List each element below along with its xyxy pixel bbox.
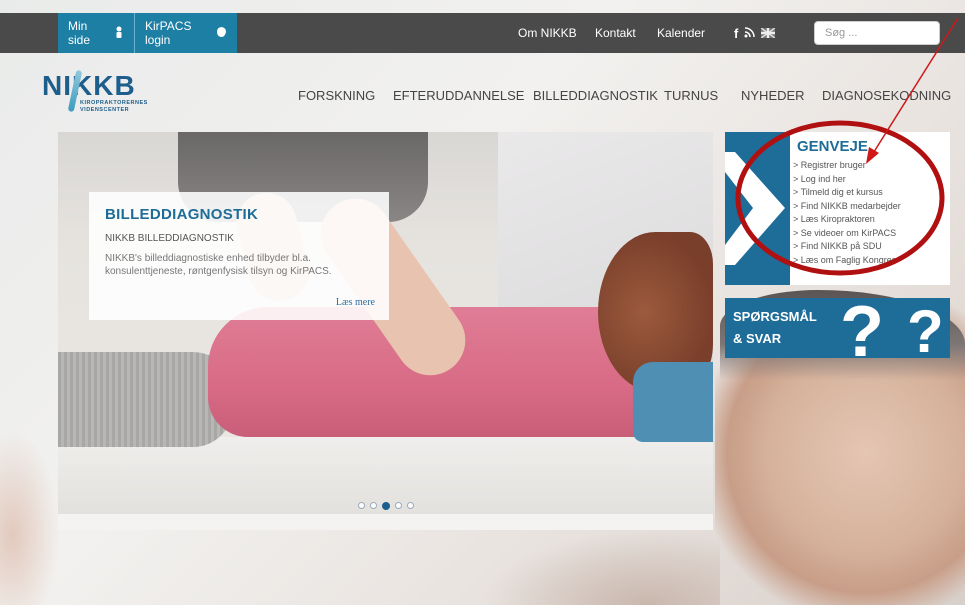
user-icon: [114, 26, 124, 41]
top-bar: Min side KirPACS login Om NIKKB Kontakt …: [0, 13, 965, 53]
background-left: [0, 430, 60, 605]
genveje-item-sdu[interactable]: > Find NIKKB på SDU: [793, 240, 901, 254]
kirpacs-login-label: KirPACS login: [145, 19, 192, 47]
qa-line-1: SPØRGSMÅL: [733, 309, 817, 324]
om-nikkb-link[interactable]: Om NIKKB: [518, 13, 577, 53]
slide-caption: BILLEDDIAGNOSTIK NIKKB BILLEDDIAGNOSTIK …: [89, 192, 389, 320]
genveje-item-kongres[interactable]: > Læs om Faglig Kongres: [793, 254, 901, 268]
read-more-link[interactable]: Læs mere: [336, 297, 375, 308]
genveje-box: GENVEJE > Registrer bruger > Log ind her…: [725, 132, 950, 285]
qa-line-2: & SVAR: [733, 331, 782, 346]
nikkb-logo[interactable]: NIKKB KIROPRAKTORERNES VIDENSCENTER: [42, 69, 152, 125]
genveje-item-videoer[interactable]: > Se videoer om KirPACS: [793, 227, 901, 241]
svg-text:?: ?: [907, 298, 944, 358]
lock-icon: [215, 26, 227, 41]
genveje-title: GENVEJE: [797, 138, 868, 155]
slide-title: BILLEDDIAGNOSTIK: [105, 206, 259, 223]
genveje-item-medarbejder[interactable]: > Find NIKKB medarbejder: [793, 200, 901, 214]
slide-text: NIKKB's billeddiagnostiske enhed tilbyde…: [105, 253, 332, 277]
towel-shape: [633, 362, 713, 442]
slider-dot[interactable]: [381, 502, 390, 510]
qa-label: SPØRGSMÅL & SVAR: [733, 306, 817, 350]
background-bottom: [480, 530, 720, 605]
social-links: f: [734, 13, 776, 53]
kirpacs-login-button[interactable]: KirPACS login: [134, 13, 237, 53]
genveje-item-tilmeld[interactable]: > Tilmeld dig et kursus: [793, 186, 901, 200]
uk-flag-icon[interactable]: [760, 26, 776, 41]
genveje-item-registrer[interactable]: > Registrer bruger: [793, 159, 901, 173]
slider-dot[interactable]: [406, 502, 414, 509]
genveje-arrow-panel: [725, 132, 790, 285]
qa-banner[interactable]: SPØRGSMÅL & SVAR ? ?: [725, 298, 950, 358]
slider-dot[interactable]: [357, 502, 365, 509]
logo-wordmark: NIKKB: [42, 70, 136, 101]
min-side-label: Min side: [68, 19, 91, 47]
kalender-link[interactable]: Kalender: [657, 13, 705, 53]
nav-nyheder[interactable]: NYHEDER: [741, 88, 805, 106]
slide-subtitle: NIKKB BILLEDDIAGNOSTIK: [105, 233, 234, 244]
nav-turnus[interactable]: TURNUS: [664, 88, 718, 106]
slider-dot[interactable]: [369, 502, 377, 509]
nav-diagnosekodning[interactable]: DIAGNOSEKODNING: [822, 88, 951, 106]
genveje-item-log-ind[interactable]: > Log ind her: [793, 173, 901, 187]
hero-slider[interactable]: BILLEDDIAGNOSTIK NIKKB BILLEDDIAGNOSTIK …: [58, 132, 713, 530]
logo-tagline-2: VIDENSCENTER: [80, 107, 130, 113]
search-input[interactable]: Søg ...: [814, 21, 940, 45]
svg-text:?: ?: [840, 298, 884, 358]
kontakt-link[interactable]: Kontakt: [595, 13, 636, 53]
genveje-list: > Registrer bruger > Log ind her > Tilme…: [793, 159, 901, 267]
patient-pants-shape: [58, 352, 233, 447]
question-mark-icon: ? ?: [840, 298, 944, 358]
rss-icon[interactable]: [744, 26, 756, 41]
nav-billeddiagnostik[interactable]: BILLEDDIAGNOSTIK: [533, 88, 658, 106]
slider-dots: [58, 502, 713, 510]
genveje-item-kiropraktoren[interactable]: > Læs Kiropraktoren: [793, 213, 901, 227]
slide-image: BILLEDDIAGNOSTIK NIKKB BILLEDDIAGNOSTIK …: [58, 132, 713, 514]
slider-dot[interactable]: [394, 502, 402, 509]
nav-forskning[interactable]: FORSKNING: [298, 88, 375, 106]
min-side-button[interactable]: Min side: [58, 13, 134, 53]
facebook-icon[interactable]: f: [734, 26, 738, 41]
logo-tagline-1: KIROPRAKTORERNES: [80, 100, 148, 106]
nav-efteruddannelse[interactable]: EFTERUDDANNELSE: [393, 88, 524, 106]
